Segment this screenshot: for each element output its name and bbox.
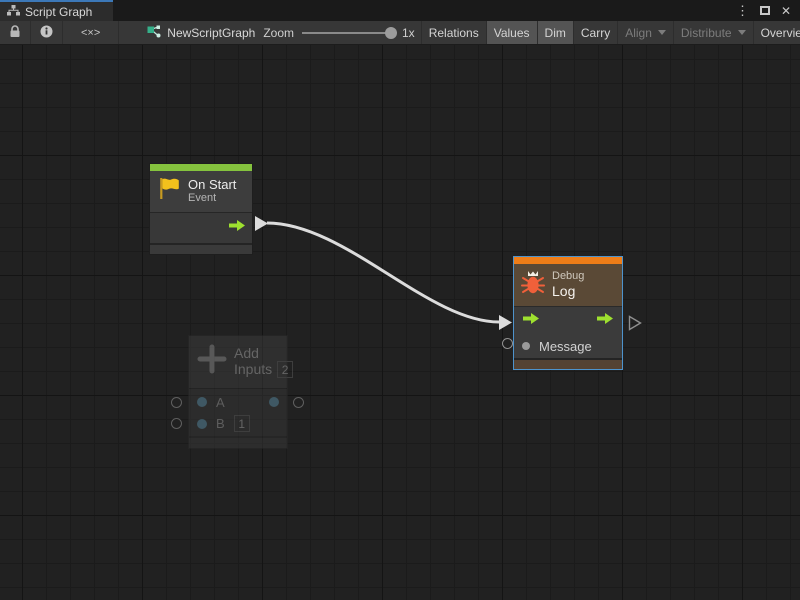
port-a-label: A	[216, 395, 225, 410]
zoom-label: Zoom	[263, 26, 294, 40]
window-controls: ⋮ ✕	[736, 0, 800, 21]
code-icon: <×>	[81, 27, 100, 39]
relations-toggle[interactable]: Relations	[421, 21, 486, 44]
flow-connection-wire	[0, 45, 800, 600]
inputs-count-field[interactable]: 2	[277, 361, 293, 378]
plus-icon	[197, 344, 227, 379]
debug-log-ports: Message	[514, 306, 622, 358]
on-start-ports	[150, 212, 252, 243]
debug-log-footer	[514, 358, 622, 369]
port-b-value-field[interactable]: 1	[234, 415, 250, 432]
output-external-circle[interactable]	[293, 397, 304, 408]
debug-log-title: Log	[552, 283, 584, 300]
close-icon[interactable]: ✕	[781, 5, 791, 17]
debug-color-strip	[514, 257, 622, 264]
inspect-button[interactable]	[31, 21, 63, 44]
message-external-port-circle[interactable]	[502, 338, 513, 349]
info-icon	[40, 25, 53, 41]
relations-label: Relations	[429, 26, 479, 40]
on-start-subtitle: Event	[188, 192, 236, 205]
chevron-down-icon	[658, 30, 666, 35]
toolbar-toggles: Relations Values Dim Carry Align Distrib…	[421, 21, 800, 44]
port-b-label: B	[216, 416, 225, 431]
zoom-slider-handle[interactable]	[385, 27, 397, 39]
input-port-b[interactable]	[197, 419, 207, 429]
tab-script-graph[interactable]: Script Graph	[0, 0, 113, 21]
script-graph-asset-icon	[147, 25, 161, 41]
on-start-footer	[150, 243, 252, 254]
zoom-slider[interactable]	[302, 32, 394, 34]
flow-output-external-triangle[interactable]	[628, 315, 642, 331]
add-ports: A B 1	[189, 388, 287, 436]
values-label: Values	[494, 26, 530, 40]
edit-script-button[interactable]: <×>	[63, 21, 119, 44]
wire-end-arrowhead	[499, 315, 512, 330]
output-port[interactable]	[269, 397, 279, 407]
lock-icon	[9, 25, 21, 41]
align-dropdown: Align	[617, 21, 673, 44]
zoom-value: 1x	[402, 26, 415, 40]
distribute-label: Distribute	[681, 26, 732, 40]
maximize-icon[interactable]	[760, 6, 770, 15]
bug-icon	[521, 269, 545, 300]
chevron-down-icon	[738, 30, 746, 35]
values-toggle[interactable]: Values	[486, 21, 537, 44]
window-titlebar: Script Graph ⋮ ✕	[0, 0, 800, 21]
debug-log-header: Debug Log	[514, 264, 622, 306]
overview-button[interactable]: Overview	[753, 21, 800, 44]
carry-toggle[interactable]: Carry	[573, 21, 617, 44]
flow-input-port[interactable]	[522, 312, 540, 330]
graph-toolbar: <×> NewScriptGraph Zoom 1x Relation	[0, 21, 800, 45]
message-value-port[interactable]	[522, 342, 530, 350]
graph-name-breadcrumb[interactable]: NewScriptGraph	[139, 21, 263, 44]
node-add-ghost[interactable]: Add Inputs 2 A B 1	[188, 335, 288, 449]
flow-output-port[interactable]	[228, 219, 246, 237]
lock-button[interactable]	[0, 21, 31, 44]
port-a-external-circle[interactable]	[171, 397, 182, 408]
on-start-title: On Start	[188, 177, 236, 193]
graph-hierarchy-icon	[7, 5, 20, 19]
tab-title: Script Graph	[25, 5, 92, 19]
message-port-label: Message	[539, 339, 592, 354]
debug-log-category: Debug	[552, 270, 584, 283]
align-label: Align	[625, 26, 652, 40]
add-subtitle: Inputs	[234, 361, 272, 378]
port-b-external-circle[interactable]	[171, 418, 182, 429]
add-title: Add	[234, 345, 293, 362]
window-menu-icon[interactable]: ⋮	[736, 4, 749, 17]
script-graph-window: Script Graph ⋮ ✕	[0, 0, 800, 600]
overview-label: Overview	[761, 26, 800, 40]
on-start-header: On Start Event	[150, 171, 252, 212]
input-port-a[interactable]	[197, 397, 207, 407]
carry-label: Carry	[581, 26, 610, 40]
node-on-start[interactable]: On Start Event	[149, 163, 253, 255]
event-color-strip	[150, 164, 252, 171]
distribute-dropdown: Distribute	[673, 21, 753, 44]
graph-canvas[interactable]: On Start Event	[0, 45, 800, 600]
node-debug-log[interactable]: Debug Log	[513, 256, 623, 370]
flow-output-port[interactable]	[596, 312, 614, 330]
graph-name-label: NewScriptGraph	[167, 26, 255, 40]
dim-label: Dim	[545, 26, 566, 40]
wire-start-arrowhead	[255, 216, 268, 231]
dim-toggle[interactable]: Dim	[537, 21, 573, 44]
zoom-control: Zoom 1x	[263, 21, 420, 44]
add-header: Add Inputs 2	[189, 336, 287, 388]
flag-icon	[157, 176, 181, 206]
add-footer	[189, 436, 287, 448]
